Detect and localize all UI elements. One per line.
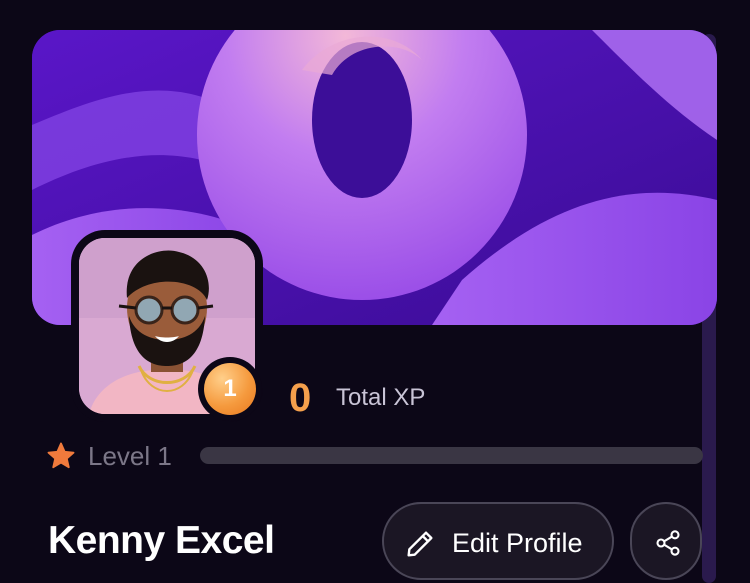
share-icon xyxy=(656,530,680,556)
profile-screen: 1 0 Total XP Level 1 Kenny Excel Edit Pr… xyxy=(0,0,750,583)
edit-profile-label: Edit Profile xyxy=(452,528,583,558)
star-icon xyxy=(47,442,75,469)
total-xp-value: 0 xyxy=(289,376,312,420)
level-badge-number: 1 xyxy=(204,363,256,415)
edit-profile-button[interactable]: Edit Profile xyxy=(382,502,614,580)
total-xp-label: Total XP xyxy=(336,384,426,411)
profile-name: Kenny Excel xyxy=(48,519,275,562)
level-badge: 1 xyxy=(198,357,262,421)
share-button[interactable] xyxy=(630,502,702,580)
level-label: Level 1 xyxy=(88,441,172,471)
level-progress-bar xyxy=(200,447,703,464)
pencil-icon xyxy=(407,531,433,557)
